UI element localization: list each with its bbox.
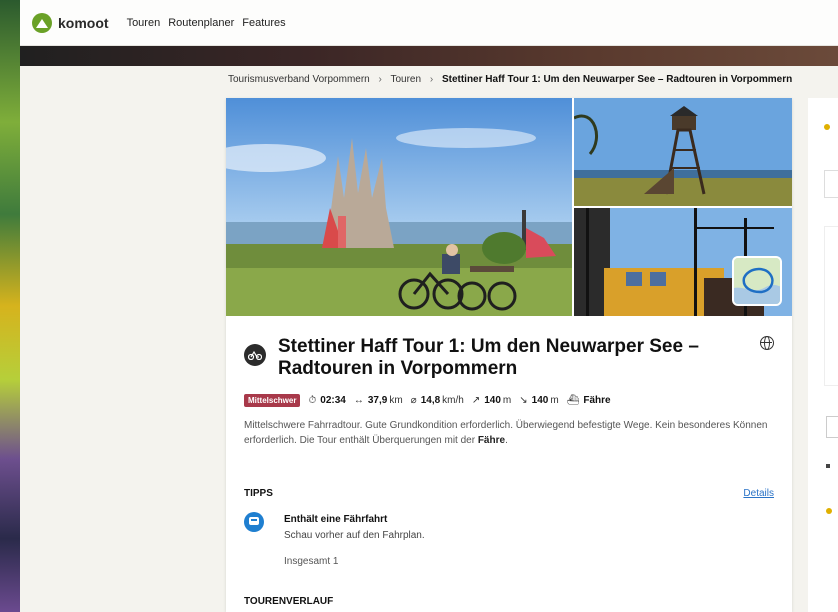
brand-name: komoot	[58, 14, 109, 31]
top-navigation-bar: komoot Touren Routenplaner Features	[20, 0, 838, 46]
nav-item-touren[interactable]: Touren	[127, 17, 161, 29]
breadcrumb-item-tourismusverband[interactable]: Tourismusverband Vorpommern	[228, 74, 370, 85]
tour-description: Mittelschwere Fahrradtour. Gute Grundkon…	[244, 420, 768, 446]
duration-stat: ⏱ 02:34	[308, 395, 346, 406]
komoot-logo[interactable]: komoot	[32, 12, 109, 33]
tour-card: Stettiner Haff Tour 1: Um den Neuwarper …	[226, 98, 792, 612]
tips-details-link[interactable]: Details	[743, 488, 774, 499]
tips-total: Insgesamt 1	[284, 556, 339, 567]
distance-stat: ↔ 37,9 km	[353, 395, 403, 406]
photo-observation-tower[interactable]	[574, 98, 792, 206]
breadcrumb-current: Stettiner Haff Tour 1: Um den Neuwarper …	[441, 74, 793, 85]
photo-main-driftwood[interactable]	[226, 98, 572, 316]
speed-stat: ⌀ 14,8 km/h	[410, 395, 464, 406]
photo-gallery	[226, 98, 792, 316]
map-preview-thumbnail[interactable]	[732, 256, 782, 306]
nav-item-features[interactable]: Features	[242, 17, 285, 29]
tips-heading: TIPPS	[244, 488, 273, 499]
route-heading: TOURENVERLAUF	[244, 596, 334, 607]
sidebar-input-box[interactable]	[824, 170, 838, 198]
status-dot-icon	[824, 124, 830, 130]
sidebar-button[interactable]	[826, 416, 838, 438]
sidebar-map-box[interactable]	[824, 226, 838, 386]
uphill-arrow-icon: ↗	[471, 395, 481, 406]
main-nav: Touren Routenplaner Features	[127, 17, 294, 29]
right-sidebar-panel	[808, 98, 838, 612]
breadcrumb: Tourismusverband Vorpommern › Touren › S…	[228, 74, 838, 92]
tour-details: Stettiner Haff Tour 1: Um den Neuwarper …	[226, 316, 792, 612]
tip-title: Enthält eine Fährfahrt	[284, 514, 388, 525]
sidebar-bullet-icon	[826, 464, 830, 468]
status-dot-icon	[826, 508, 832, 514]
globe-language-icon[interactable]	[760, 336, 774, 350]
tip-text: Schau vorher auf den Fahrplan.	[284, 530, 425, 541]
clock-icon: ⏱	[308, 395, 317, 406]
side-photo-strip	[0, 0, 20, 612]
tour-stats: Mittelschwer ⏱ 02:34 ↔ 37,9 km ⌀ 14,8 km/h ↗ 1…	[244, 394, 619, 407]
transport-stat: ⛴ Fähre	[566, 395, 611, 406]
downhill-arrow-icon: ↘	[519, 395, 528, 406]
distance-arrows-icon: ↔	[353, 395, 364, 406]
bike-icon	[244, 344, 266, 366]
ferry-icon: ⛴	[566, 395, 580, 406]
average-speed-icon: ⌀	[410, 395, 417, 406]
breadcrumb-item-touren[interactable]: Touren	[390, 74, 421, 85]
mountain-logo-icon	[32, 12, 52, 33]
uphill-stat: ↗ 140 m	[471, 395, 512, 406]
chevron-right-icon: ›	[429, 74, 434, 85]
difficulty-badge: Mittelschwer	[244, 394, 301, 407]
tour-title: Stettiner Haff Tour 1: Um den Neuwarper …	[278, 336, 699, 379]
chevron-right-icon: ›	[378, 74, 382, 85]
hero-banner-image	[20, 46, 838, 66]
nav-item-routenplaner[interactable]: Routenplaner	[168, 17, 234, 29]
bus-ferry-icon	[244, 512, 264, 532]
downhill-stat: ↘ 140 m	[519, 395, 559, 406]
title-row: Stettiner Haff Tour 1: Um den Neuwarper …	[244, 336, 764, 380]
